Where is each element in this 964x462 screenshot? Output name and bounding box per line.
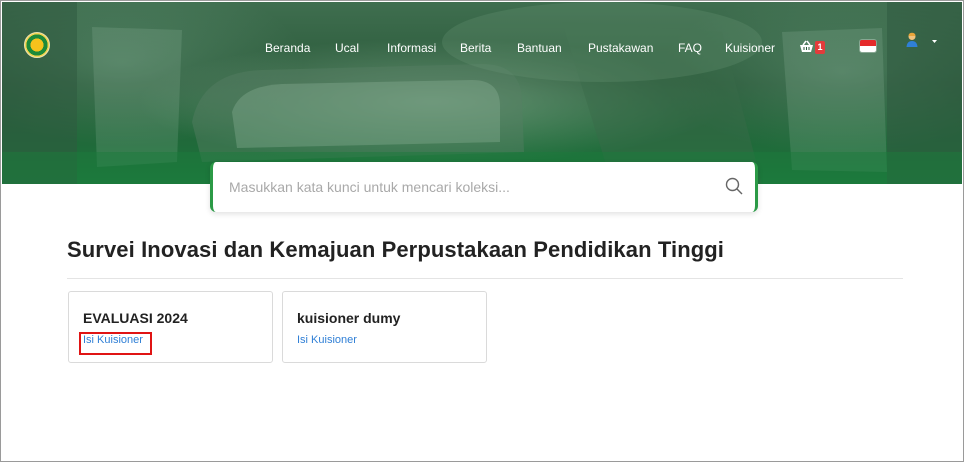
fill-questionnaire-link[interactable]: Isi Kuisioner [297, 334, 357, 346]
campus-illustration [2, 2, 962, 184]
nav-pustakawan[interactable]: Pustakawan [588, 40, 653, 56]
cart-button[interactable]: 1 [799, 40, 829, 56]
indonesia-flag-icon[interactable] [860, 40, 876, 52]
nav-berita[interactable]: Berita [460, 40, 491, 56]
card-title: kuisioner dumy [297, 310, 401, 326]
cart-count-badge: 1 [815, 41, 825, 54]
nav-bantuan[interactable]: Bantuan [517, 40, 562, 56]
nav-ucal[interactable]: Ucal [335, 40, 359, 56]
survey-card-dumy: kuisioner dumy Isi Kuisioner [282, 291, 487, 363]
page-title: Survei Inovasi dan Kemajuan Perpustakaan… [67, 237, 725, 262]
nav-informasi[interactable]: Informasi [387, 40, 436, 56]
browser-viewport: Beranda Ucal Informasi Berita Bantuan Pu… [0, 0, 964, 462]
search-box [210, 162, 758, 212]
chevron-down-icon [932, 40, 937, 43]
highlight-box [79, 332, 152, 355]
nav-kuisioner[interactable]: Kuisioner [725, 40, 775, 56]
hero-banner: Beranda Ucal Informasi Berita Bantuan Pu… [2, 2, 962, 184]
user-menu[interactable] [906, 32, 938, 52]
search-icon[interactable] [725, 177, 743, 195]
divider [67, 278, 903, 279]
card-title: EVALUASI 2024 [83, 310, 188, 326]
user-avatar-icon [906, 32, 937, 47]
nav-faq[interactable]: FAQ [678, 40, 702, 56]
basket-icon [800, 40, 813, 52]
nav-beranda[interactable]: Beranda [265, 40, 310, 56]
search-input[interactable] [229, 174, 699, 200]
